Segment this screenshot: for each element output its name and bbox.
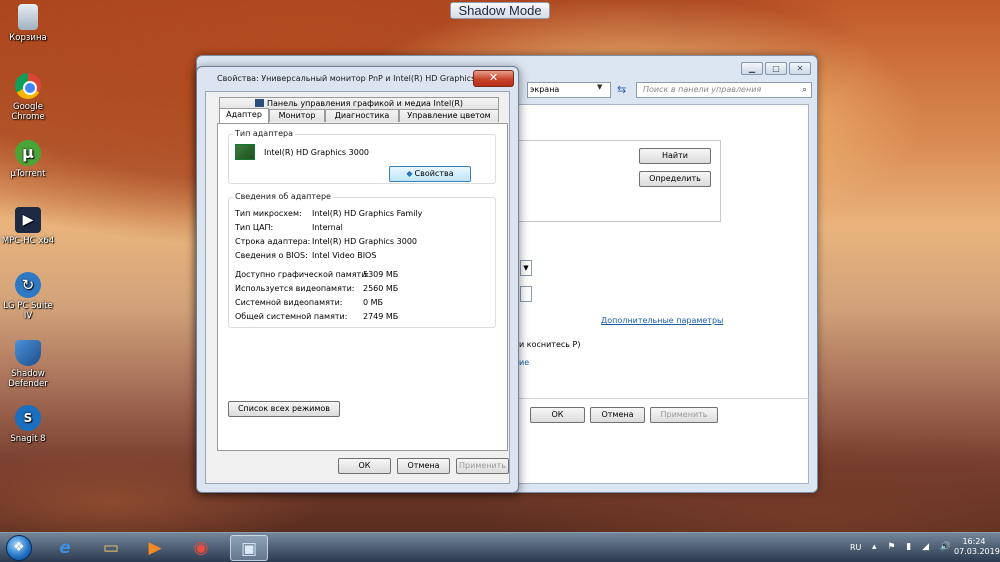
ok-button[interactable]: ОК — [530, 407, 585, 423]
close-button[interactable]: ✕ — [789, 62, 811, 75]
shadow-defender-icon — [15, 340, 41, 366]
adapter-type-group: Тип адаптера Intel(R) HD Graphics 3000 ◆… — [228, 129, 496, 184]
lg-pc-suite-icon: ↻ — [15, 272, 41, 298]
adapter-info-group: Сведения об адаптере Тип микросхем: Inte… — [228, 192, 496, 328]
memory-value: 5309 МБ — [363, 270, 399, 279]
memory-value: 2560 МБ — [363, 284, 399, 293]
group-label: Тип адаптера — [233, 129, 295, 138]
control-panel-taskbar-icon[interactable]: ▣ — [230, 535, 268, 561]
language-indicator[interactable]: RU — [850, 543, 861, 552]
refresh-icon[interactable]: ⇆ — [617, 83, 626, 96]
utorrent-icon: µ — [15, 140, 41, 166]
memory-label: Системной видеопамяти: — [235, 298, 343, 307]
desktop-icon-label: µTorrent — [10, 169, 46, 179]
info-label: Тип микросхем: — [235, 209, 302, 218]
info-value: Intel Video BIOS — [312, 251, 377, 260]
dialog-apply-button[interactable]: Применить — [456, 458, 509, 474]
taskbar: e ▭ ▶ ◉ ▣ RU ▴ ⚑ ▮ ◢ 🔊 16:24 07.03.2019 — [0, 532, 1000, 562]
dialog-title: Свойства: Универсальный монитор PnP и In… — [217, 74, 499, 83]
desktop-icon-recycle-bin[interactable]: Корзина — [0, 4, 56, 43]
dialog-ok-button[interactable]: ОК — [338, 458, 391, 474]
chrome-icon — [15, 73, 41, 99]
shield-icon: ◆ — [406, 169, 413, 178]
desktop-icon-label: Корзина — [9, 33, 47, 43]
media-player-icon[interactable]: ▶ — [136, 535, 174, 561]
tab-row-bottom: Адаптер Монитор Диагностика Управление ц… — [209, 108, 499, 123]
desktop-icon-label: LG PC Suite IV — [3, 301, 53, 321]
info-label: Тип ЦАП: — [235, 223, 274, 232]
adapter-tab-panel: Тип адаптера Intel(R) HD Graphics 3000 ◆… — [217, 123, 508, 451]
find-button[interactable]: Найти — [639, 148, 711, 164]
detect-button[interactable]: Определить — [639, 171, 711, 187]
search-icon[interactable]: ⌕ — [802, 83, 807, 97]
desktop-icon-label: Google Chrome — [11, 102, 45, 122]
tab-monitor[interactable]: Монитор — [269, 109, 325, 122]
memory-value: 0 МБ — [363, 298, 384, 307]
desktop-icon-label: Snagit 8 — [10, 434, 46, 444]
close-button[interactable]: ✕ — [473, 70, 514, 87]
adapter-name: Intel(R) HD Graphics 3000 — [264, 148, 370, 157]
memory-label: Доступно графической памяти: — [235, 270, 370, 279]
advanced-settings-link[interactable]: Дополнительные параметры — [601, 316, 723, 325]
clock[interactable]: 16:24 07.03.2019 — [954, 537, 1000, 557]
desktop-icon-label: MPC-HC x64 — [1, 236, 55, 246]
chrome-taskbar-icon[interactable]: ◉ — [182, 535, 220, 561]
desktop-icon-shadow-defender[interactable]: Shadow Defender — [0, 340, 56, 389]
minimize-button[interactable]: ▁ — [741, 62, 763, 75]
start-button[interactable] — [6, 535, 32, 561]
desktop-icon-mpc-hc[interactable]: ▶ MPC-HC x64 — [0, 207, 56, 246]
adapter-properties-dialog: Свойства: Универсальный монитор PnP и In… — [196, 66, 519, 493]
properties-button[interactable]: ◆ Свойства — [389, 166, 471, 182]
tab-color-management[interactable]: Управление цветом — [399, 109, 499, 122]
memory-label: Общей системной памяти: — [235, 312, 348, 321]
dialog-cancel-button[interactable]: Отмена — [397, 458, 450, 474]
desktop-icon-snagit[interactable]: S Snagit 8 — [0, 405, 56, 444]
clock-time: 16:24 — [962, 537, 986, 546]
recycle-bin-icon — [18, 4, 38, 30]
clock-date: 07.03.2019 — [954, 547, 1000, 556]
apply-button[interactable]: Применить — [650, 407, 718, 423]
shadow-mode-banner[interactable]: Shadow Mode — [450, 2, 550, 19]
info-value: Intel(R) HD Graphics Family — [312, 209, 423, 218]
desktop-icon-utorrent[interactable]: µ µTorrent — [0, 140, 56, 179]
memory-label: Используется видеопамяти: — [235, 284, 355, 293]
search-input[interactable]: Поиск в панели управления ⌕ — [636, 82, 812, 98]
orientation-dropdown[interactable] — [520, 286, 532, 302]
internet-explorer-icon[interactable]: e — [46, 535, 84, 561]
list-all-modes-button[interactable]: Список всех режимов — [228, 401, 340, 417]
divider — [509, 398, 809, 399]
desktop-icon-chrome[interactable]: Google Chrome — [0, 73, 56, 122]
partial-instruction-text: и коснитесь Р) — [519, 340, 581, 349]
file-explorer-icon[interactable]: ▭ — [92, 535, 130, 561]
memory-value: 2749 МБ — [363, 312, 399, 321]
partial-link[interactable]: ие — [519, 358, 529, 367]
snagit-icon: S — [15, 405, 41, 431]
info-label: Сведения о BIOS: — [235, 251, 308, 260]
tab-diagnostics[interactable]: Диагностика — [325, 109, 399, 122]
graphics-card-icon — [235, 144, 255, 160]
info-value: Internal — [312, 223, 343, 232]
group-label: Сведения об адаптере — [233, 192, 333, 201]
resolution-dropdown[interactable]: ▼ — [520, 260, 532, 276]
maximize-button[interactable]: □ — [765, 62, 787, 75]
info-label: Строка адаптера: — [235, 237, 311, 246]
desktop-icon-label: Shadow Defender — [8, 369, 48, 389]
chevron-down-icon[interactable]: ▼ — [597, 83, 602, 91]
cancel-button[interactable]: Отмена — [590, 407, 645, 423]
intel-graphics-icon — [255, 99, 264, 107]
mpc-hc-icon: ▶ — [15, 207, 41, 233]
tab-adapter[interactable]: Адаптер — [219, 108, 269, 123]
window-controls: ▁ □ ✕ — [741, 62, 811, 75]
tray-icons[interactable]: ▴ ⚑ ▮ ◢ 🔊 — [872, 542, 955, 552]
info-value: Intel(R) HD Graphics 3000 — [312, 237, 418, 246]
desktop-icon-lg-pc-suite[interactable]: ↻ LG PC Suite IV — [0, 272, 56, 321]
